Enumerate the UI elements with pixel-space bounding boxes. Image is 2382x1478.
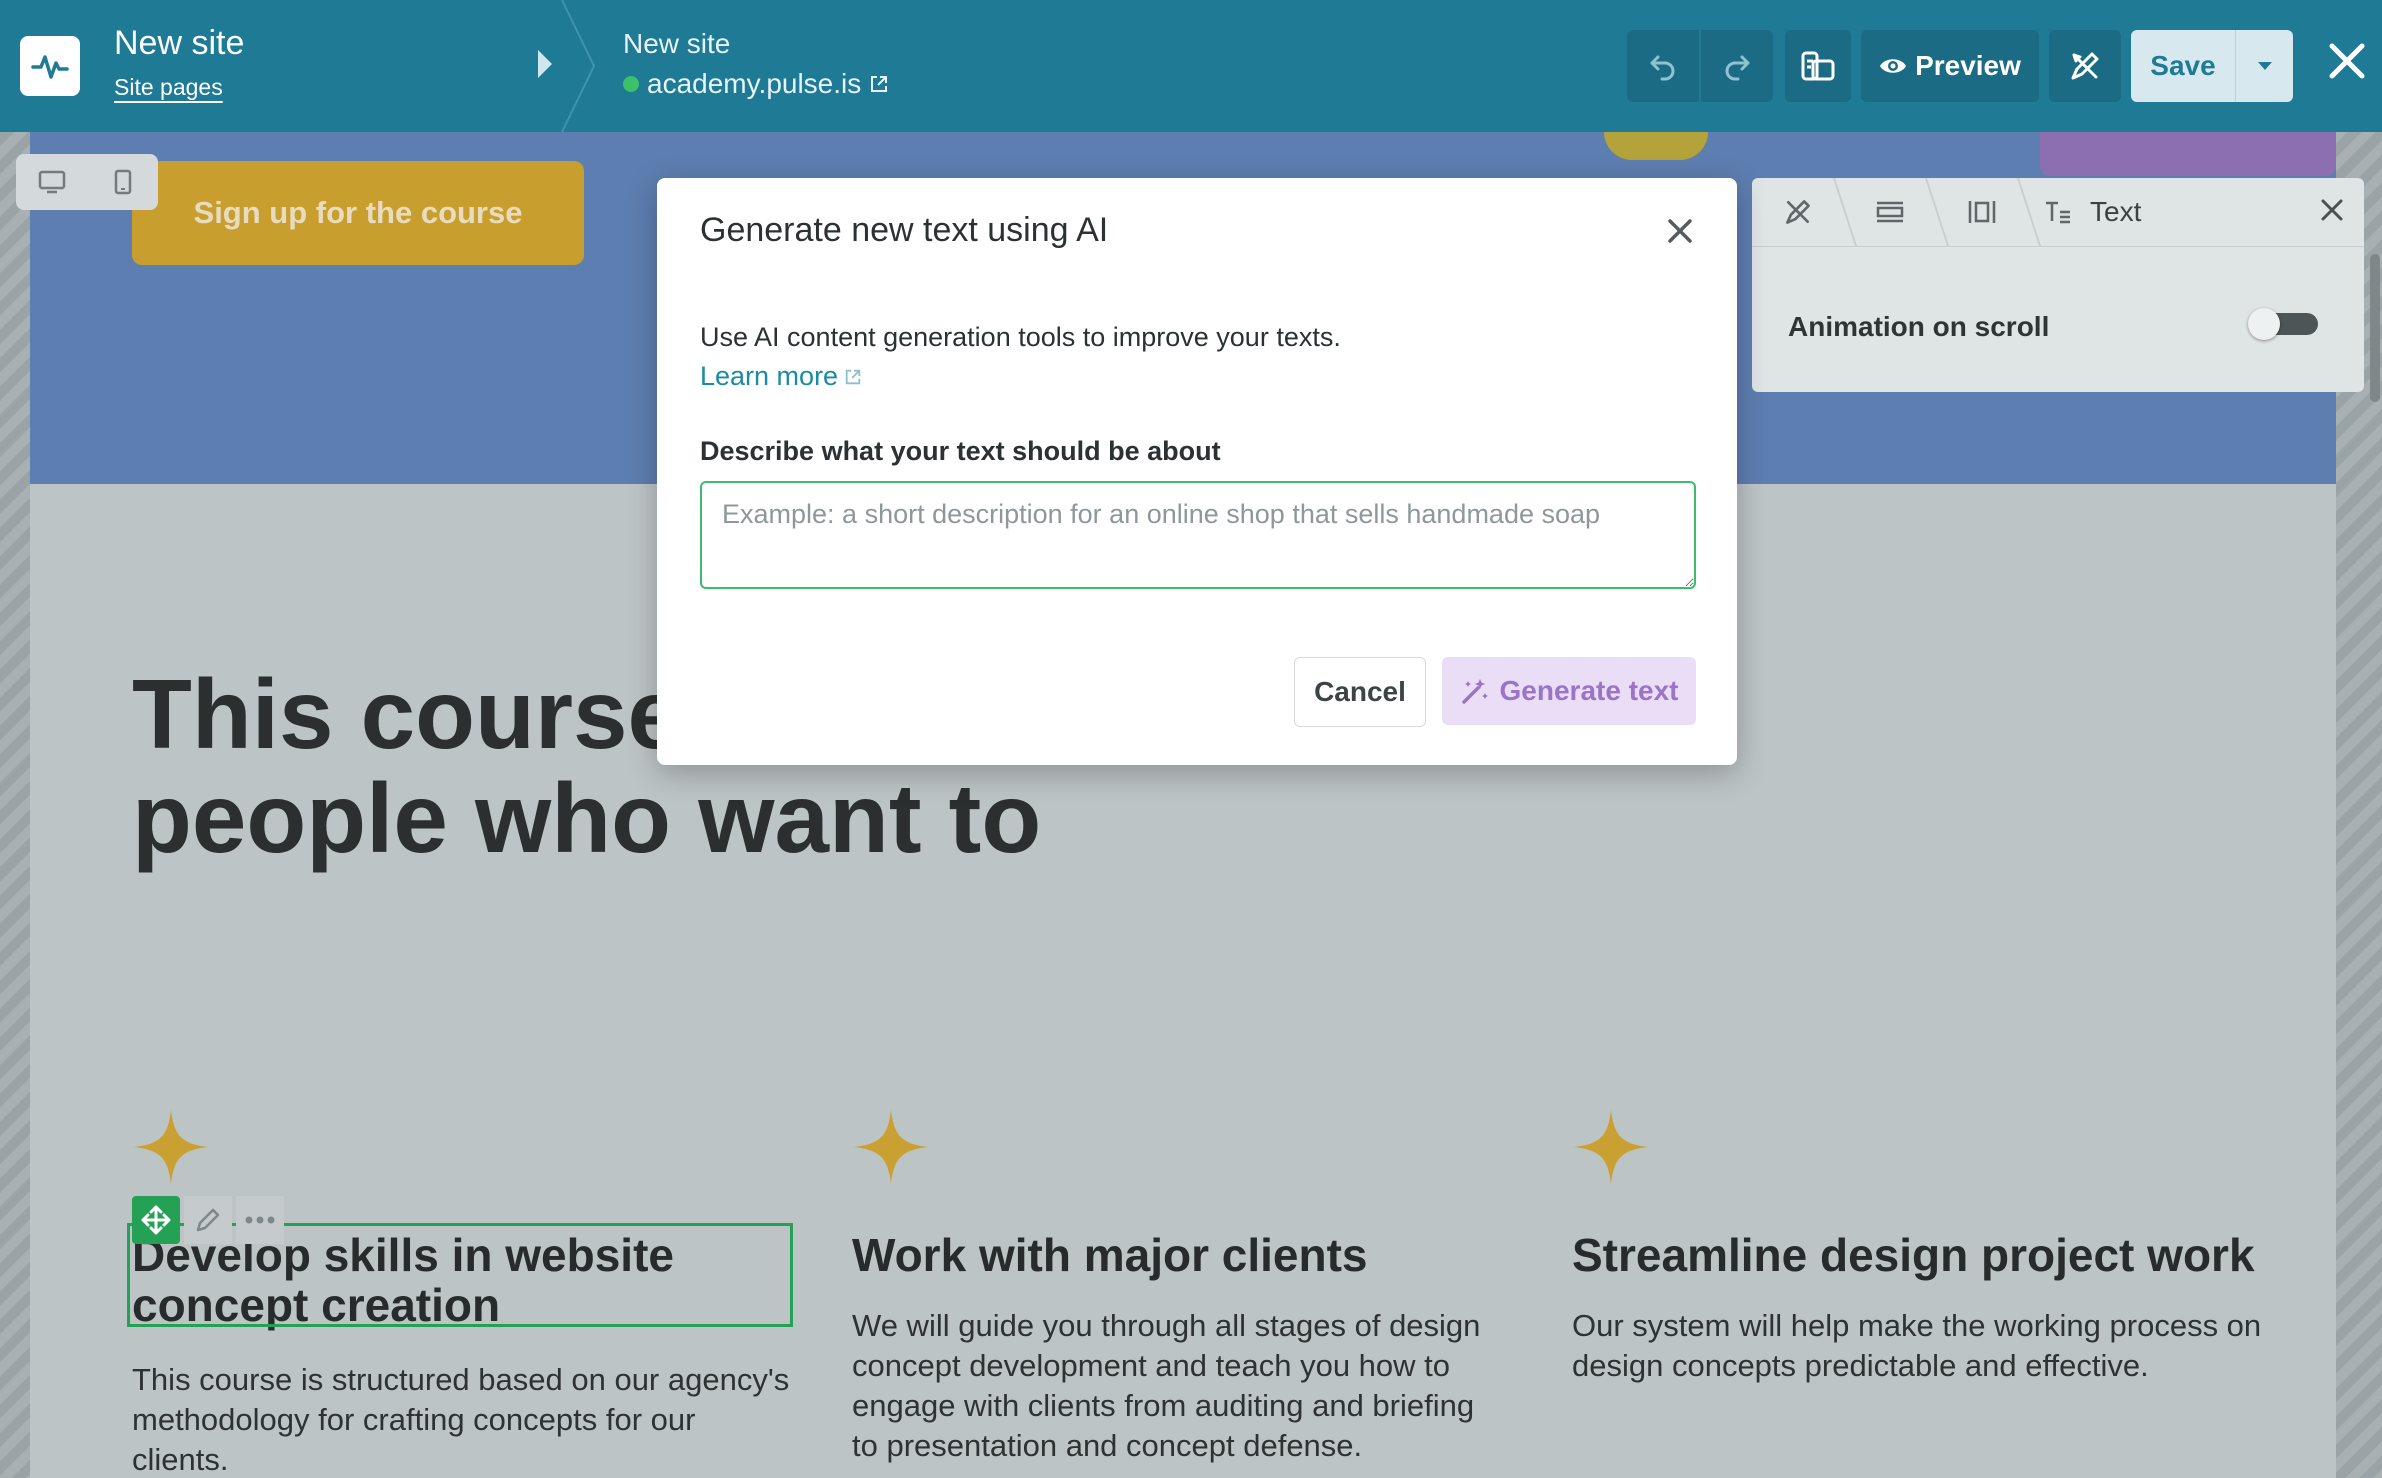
signup-button[interactable]: Sign up for the course: [132, 161, 584, 265]
sparkle-icon: [854, 1110, 928, 1184]
hero-decoration: [2040, 132, 2336, 176]
sparkle-icon: [134, 1110, 208, 1184]
heading-line: people who want to: [132, 763, 1042, 873]
prompt-input[interactable]: [700, 481, 1696, 589]
expand-pages-icon[interactable]: [538, 50, 552, 78]
save-options-button[interactable]: [2236, 61, 2293, 71]
feature-title[interactable]: Work with major clients: [852, 1230, 1492, 1280]
preview-label: Preview: [1915, 50, 2021, 81]
generate-text-button[interactable]: Generate text: [1442, 657, 1696, 725]
design-tools-button[interactable]: [2049, 30, 2121, 102]
section-icon: [1876, 201, 1904, 223]
feature-column: Develop skills in website concept creati…: [132, 1108, 789, 1477]
design-tools-icon: [1786, 200, 1810, 224]
feature-title[interactable]: Streamline design project work: [1572, 1230, 2292, 1280]
layers-icon: [1801, 51, 1835, 81]
column-icon: [1968, 201, 1996, 223]
animation-toggle[interactable]: [2248, 308, 2320, 340]
close-editor-icon[interactable]: [2326, 40, 2368, 82]
more-icon: [245, 1216, 275, 1224]
desktop-view-button[interactable]: [16, 154, 87, 210]
close-icon[interactable]: [1662, 213, 1698, 249]
prompt-field-label: Describe what your text should be about: [700, 436, 1221, 466]
close-panel-icon[interactable]: [2320, 198, 2344, 222]
layers-button[interactable]: [1785, 30, 1851, 102]
feature-text[interactable]: We will guide you through all stages of …: [852, 1306, 1502, 1466]
element-toolbar: [132, 1196, 284, 1244]
toggle-knob: [2248, 308, 2280, 340]
dialog-title: Generate new text using AI: [700, 211, 1109, 249]
breadcrumb-separator: [561, 0, 596, 132]
external-link-icon: [871, 76, 888, 92]
move-handle[interactable]: [132, 1196, 180, 1244]
redo-icon: [1725, 55, 1750, 81]
chevron-down-icon: [2257, 62, 2272, 70]
page-url-text: academy.pulse.is: [647, 68, 862, 99]
save-button-group: Save: [2131, 30, 2293, 102]
eye-icon: [1880, 59, 1907, 73]
redo-button[interactable]: [1701, 30, 1773, 102]
ai-text-dialog: Generate new text using AI Use AI conten…: [657, 178, 1737, 765]
cancel-button[interactable]: Cancel: [1294, 657, 1426, 727]
learn-more-link[interactable]: Learn more: [700, 361, 862, 392]
editor-topbar: New site Site pages New site academy.pul…: [0, 0, 2382, 132]
page-url-link[interactable]: academy.pulse.is: [623, 68, 889, 100]
site-title: New site: [114, 24, 245, 62]
dialog-description: Use AI content generation tools to impro…: [700, 322, 1341, 352]
preview-button[interactable]: Preview: [1861, 30, 2039, 102]
move-icon: [141, 1205, 171, 1235]
sparkle-icon: [1574, 1110, 1648, 1184]
site-pages-link[interactable]: Site pages: [114, 74, 223, 101]
text-icon: [2046, 201, 2070, 224]
edit-button[interactable]: [184, 1196, 232, 1244]
generate-text-label: Generate text: [1499, 675, 1679, 706]
properties-panel: Text Animation on scroll: [1752, 178, 2364, 392]
page-name: New site: [623, 28, 731, 59]
feature-text[interactable]: Our system will help make the working pr…: [1572, 1306, 2262, 1386]
design-tools-icon: [2071, 52, 2099, 80]
device-toggle: [16, 154, 158, 210]
text-tab-label: Text: [2090, 196, 2142, 227]
design-tab[interactable]: [1752, 178, 1844, 246]
mobile-view-button[interactable]: [87, 154, 158, 210]
save-button[interactable]: Save: [2131, 50, 2235, 82]
published-status-dot: [623, 76, 639, 92]
column-tab[interactable]: [1936, 178, 2028, 246]
feature-column: Streamline design project work Our syste…: [1572, 1108, 2261, 1383]
magic-wand-icon: [1461, 679, 1488, 704]
text-tab[interactable]: Text: [2028, 196, 2141, 228]
properties-breadcrumb: Text: [1752, 178, 2364, 247]
desktop-icon: [38, 170, 65, 194]
animation-label: Animation on scroll: [1788, 311, 2050, 342]
more-options-button[interactable]: [236, 1196, 284, 1244]
feature-column: Work with major clients We will guide yo…: [852, 1108, 1492, 1463]
hero-decoration: [1604, 132, 1708, 160]
external-link-icon: [845, 369, 861, 384]
pencil-icon: [196, 1208, 220, 1232]
section-tab[interactable]: [1844, 178, 1936, 246]
pulse-logo-icon[interactable]: [20, 36, 80, 96]
undo-button[interactable]: [1627, 30, 1699, 102]
feature-text[interactable]: This course is structured based on our a…: [132, 1360, 792, 1478]
learn-more-text: Learn more: [700, 361, 839, 391]
undo-icon: [1650, 55, 1675, 81]
scrollbar-thumb[interactable]: [2370, 254, 2380, 402]
mobile-icon: [114, 169, 131, 195]
